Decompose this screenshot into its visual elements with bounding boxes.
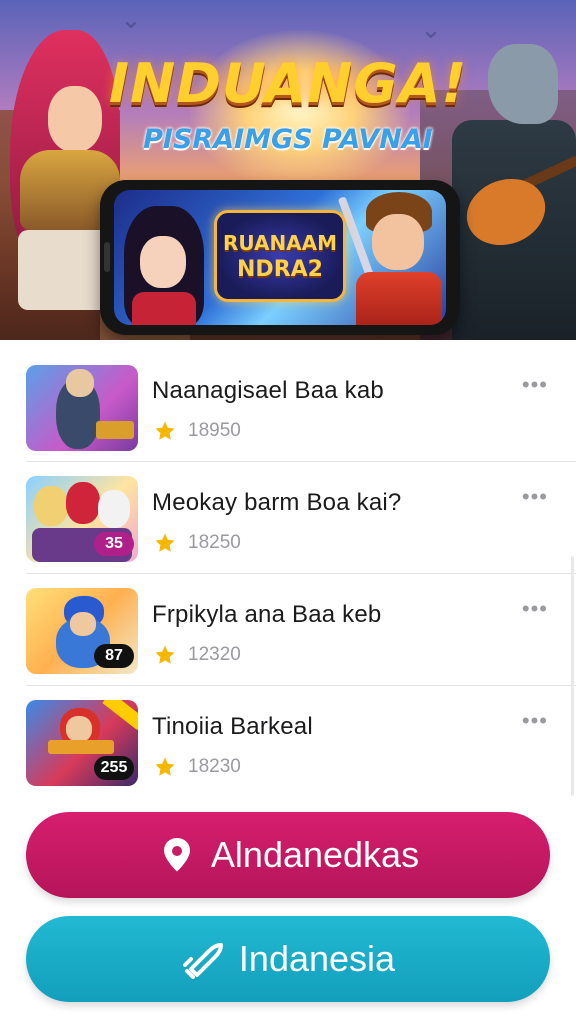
- game-rating: 18230: [154, 756, 241, 778]
- bird-icon: ⌄: [120, 4, 142, 34]
- game-list: Naanagisael Baa kab 18950 ••• 35 Meokay …: [0, 350, 576, 798]
- bird-icon: ⌄: [420, 14, 442, 44]
- rating-count: 18950: [188, 420, 241, 441]
- game-logo: RUANAAM NDRA2: [214, 210, 346, 302]
- logo-line-2: NDRA2: [237, 256, 323, 282]
- list-item[interactable]: 35 Meokay barm Boa kai? 18250 •••: [0, 462, 576, 574]
- rocket-icon: [182, 943, 223, 979]
- game-title[interactable]: Naanagisael Baa kab: [152, 377, 384, 405]
- more-horizontal-icon[interactable]: •••: [522, 486, 548, 508]
- game-rating: 12320: [154, 644, 241, 666]
- game-title[interactable]: Meokay barm Boa kai?: [152, 489, 401, 517]
- more-horizontal-icon[interactable]: •••: [522, 598, 548, 620]
- secondary-action-button[interactable]: Indanesia: [26, 916, 550, 1002]
- rating-count: 12320: [188, 644, 241, 665]
- game-thumbnail: 35: [26, 476, 138, 562]
- banner-title: INDUANGA!: [108, 52, 468, 115]
- list-item[interactable]: 87 Frpikyla ana Baa keb 12320 •••: [0, 574, 576, 686]
- game-rating: 18950: [154, 420, 241, 442]
- list-item[interactable]: Naanagisael Baa kab 18950 •••: [0, 350, 576, 462]
- star-icon: [155, 533, 175, 552]
- girl-character: [118, 196, 210, 325]
- secondary-button-label: Indanesia: [238, 938, 396, 979]
- game-title[interactable]: Tinoiia Barkeal: [152, 713, 313, 741]
- banner-subtitle: PISRAIMGS PAVNAI: [143, 124, 433, 155]
- logo-line-1: RUANAAM: [222, 230, 338, 255]
- star-icon: [155, 645, 175, 664]
- more-horizontal-icon[interactable]: •••: [522, 710, 548, 732]
- game-thumbnail: 87: [26, 588, 138, 674]
- list-item[interactable]: 255 Tinoiia Barkeal 18230 •••: [0, 686, 576, 798]
- phone-screen: RUANAAM NDRA2: [114, 190, 446, 325]
- game-thumbnail: [26, 365, 138, 451]
- star-icon: [155, 421, 175, 440]
- more-horizontal-icon[interactable]: •••: [522, 374, 548, 396]
- phone-mockup: RUANAAM NDRA2: [100, 180, 460, 335]
- boy-character: [337, 192, 446, 325]
- scrollbar[interactable]: [571, 556, 574, 796]
- corner-tag: [102, 700, 138, 731]
- game-title[interactable]: Frpikyla ana Baa keb: [152, 601, 381, 629]
- phone-notch: [104, 242, 110, 272]
- game-badge: 35: [94, 532, 134, 556]
- primary-action-button[interactable]: Alndanedkas: [26, 812, 550, 898]
- game-badge: 87: [94, 644, 134, 668]
- game-badge: 255: [94, 756, 134, 780]
- hero-banner[interactable]: ⌄ ⌄ INDUANGA! PISRAIMGS PAVNAI RUANAAM N…: [0, 0, 576, 340]
- game-thumbnail: 255: [26, 700, 138, 786]
- game-rating: 18250: [154, 532, 241, 554]
- rating-count: 18250: [188, 532, 241, 553]
- star-icon: [155, 757, 175, 776]
- primary-button-label: Alndanedkas: [210, 834, 420, 875]
- rating-count: 18230: [188, 756, 241, 777]
- location-pin-icon: [163, 838, 190, 872]
